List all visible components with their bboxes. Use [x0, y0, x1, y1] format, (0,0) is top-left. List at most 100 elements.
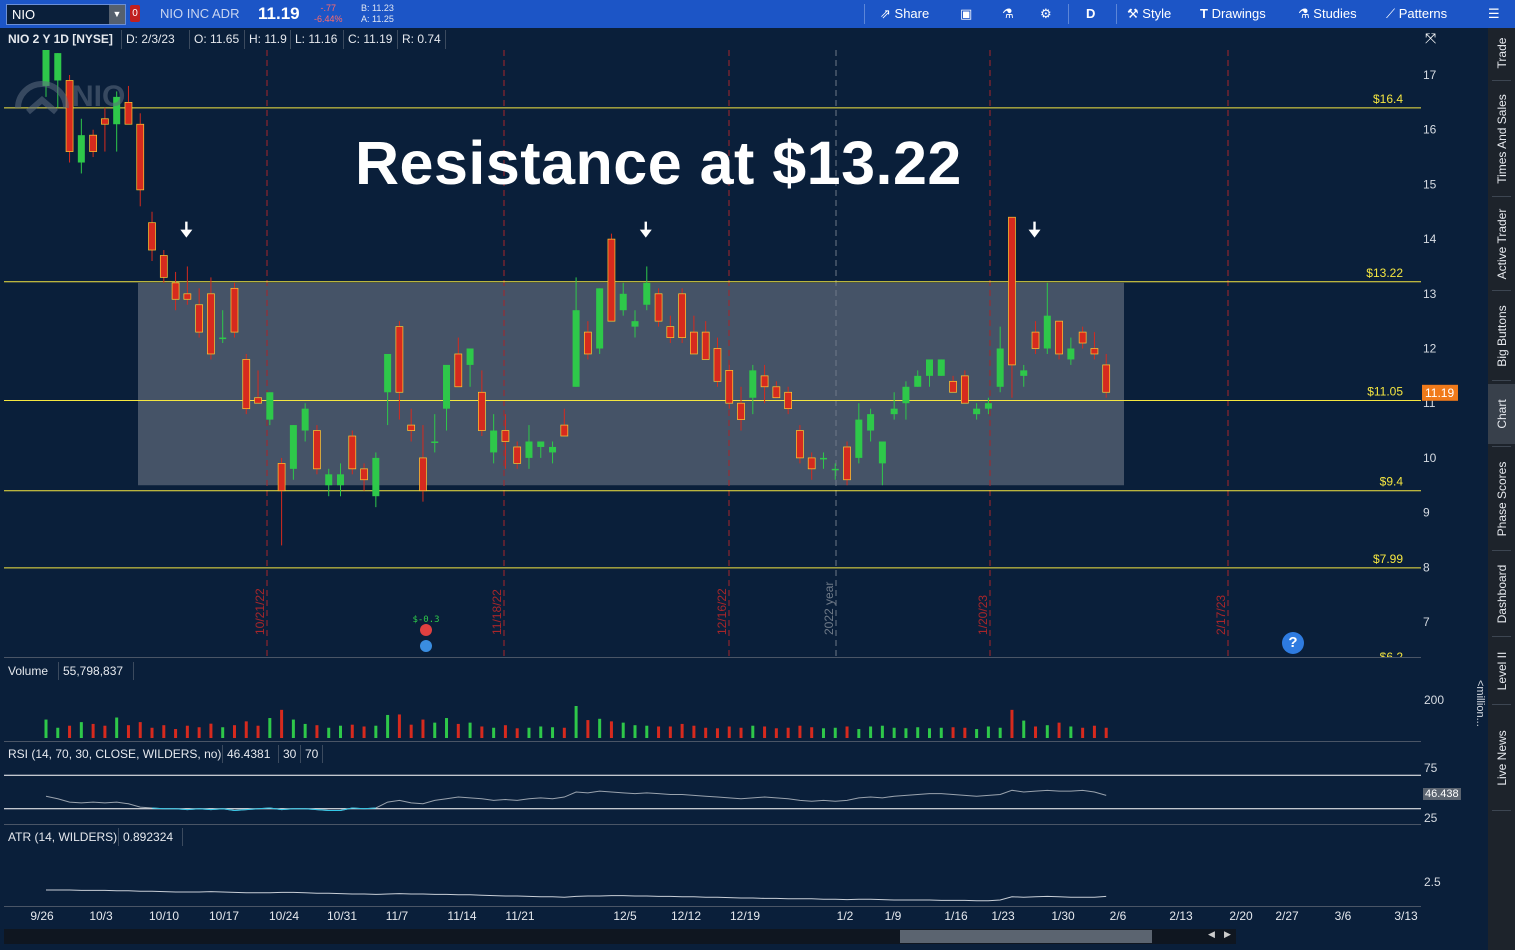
- candle[interactable]: [313, 425, 321, 475]
- candle[interactable]: [596, 288, 604, 354]
- sidebar-tab-big-buttons[interactable]: Big Buttons: [1488, 294, 1515, 378]
- symbol-input[interactable]: [12, 7, 102, 22]
- atr-label[interactable]: ATR (14, WILDERS): [4, 828, 119, 846]
- time-axis-tick: 2/13: [1169, 909, 1193, 923]
- candle[interactable]: [654, 288, 663, 327]
- scroll-left-icon[interactable]: ◀: [1208, 929, 1215, 940]
- sidebar-tab-trade[interactable]: Trade: [1488, 28, 1515, 78]
- chevron-down-icon[interactable]: ▼: [109, 5, 125, 24]
- candle[interactable]: [89, 129, 97, 158]
- candle-body: [1043, 315, 1051, 349]
- scroll-right-icon[interactable]: ▶: [1224, 929, 1231, 940]
- candle[interactable]: [159, 250, 168, 283]
- candle[interactable]: [643, 266, 651, 311]
- sidebar-tab-label: Chart: [1494, 399, 1509, 429]
- sidebar-tab-phase-scores[interactable]: Phase Scores: [1488, 450, 1515, 548]
- candle[interactable]: [1055, 320, 1063, 360]
- sidebar-tab-label: Big Buttons: [1494, 305, 1509, 367]
- style-button[interactable]: ⚒ Style: [1127, 6, 1171, 22]
- candle-body: [796, 430, 804, 459]
- candle[interactable]: [148, 211, 156, 261]
- volume-label[interactable]: Volume: [4, 662, 59, 680]
- drawings-button[interactable]: T Drawings: [1200, 6, 1266, 21]
- rsi-label[interactable]: RSI (14, 70, 30, CLOSE, WILDERS, no): [4, 745, 223, 763]
- candle[interactable]: [77, 118, 85, 174]
- candle-body: [666, 326, 675, 338]
- sidebar-tab-live-news[interactable]: Live News: [1488, 708, 1515, 808]
- chart-title[interactable]: NIO 2 Y 1D [NYSE]: [4, 30, 122, 49]
- candle[interactable]: [136, 113, 145, 207]
- help-icon[interactable]: ?: [1282, 632, 1304, 654]
- volume-bar: [939, 727, 943, 738]
- volume-value: 55,798,837: [59, 662, 134, 680]
- sidebar-tab-times-and-sales[interactable]: Times And Sales: [1488, 84, 1515, 194]
- symbol-flag-badge[interactable]: 0: [130, 5, 140, 22]
- net-change: -.77 -6.44%: [314, 3, 343, 25]
- candle-body: [1020, 370, 1028, 376]
- sidebar-tab-dashboard[interactable]: Dashboard: [1488, 554, 1515, 634]
- time-axis-tick: 10/24: [268, 909, 300, 923]
- time-axis-tick: 10/10: [148, 909, 180, 923]
- aggregation-button[interactable]: D: [1086, 6, 1095, 21]
- net-change-value: -.77: [320, 3, 337, 13]
- volume-bar: [209, 723, 213, 738]
- candle[interactable]: [230, 282, 239, 338]
- scrollbar-thumb[interactable]: [900, 930, 1152, 943]
- candle[interactable]: [277, 457, 286, 546]
- crosshair-toggle-icon[interactable]: ⤧: [1425, 30, 1436, 47]
- volume-bar: [986, 726, 990, 738]
- share-button[interactable]: ⇗ Share: [880, 6, 929, 22]
- sidebar-tab-level-ii[interactable]: Level II: [1488, 640, 1515, 702]
- header-high: H: 11.9: [245, 30, 291, 49]
- price-axis-tick: 16: [1423, 123, 1437, 137]
- gear-icon[interactable]: ⚙: [1040, 6, 1052, 22]
- flask-icon[interactable]: ⚗: [1002, 6, 1014, 22]
- sidebar-tab-active-trader[interactable]: Active Trader: [1488, 200, 1515, 288]
- sidebar-tab-chart[interactable]: Chart: [1488, 384, 1515, 444]
- candle-body: [254, 397, 262, 404]
- volume-bar: [657, 726, 661, 738]
- volume-bar: [1092, 725, 1096, 738]
- candle-body: [831, 468, 839, 471]
- time-axis-tick: 1/16: [944, 909, 968, 923]
- candle-body: [490, 430, 498, 453]
- candle[interactable]: [843, 441, 851, 486]
- symbol-selector[interactable]: ▼: [6, 4, 126, 25]
- studies-button[interactable]: ⚗ Studies: [1298, 6, 1357, 22]
- volume-bar: [998, 727, 1002, 738]
- candle[interactable]: [372, 452, 380, 508]
- screenshot-icon[interactable]: ▣: [960, 6, 972, 22]
- atr-chart[interactable]: [0, 846, 1421, 906]
- volume-bar: [527, 727, 531, 738]
- rsi-overbought: 70: [301, 745, 323, 763]
- candle-body: [466, 348, 474, 365]
- patterns-label: Patterns: [1398, 6, 1448, 21]
- dividend-icon[interactable]: [420, 640, 432, 652]
- time-axis-tick: 1/30: [1051, 909, 1075, 923]
- time-axis-tick: 10/31: [326, 909, 358, 923]
- sidebar-divider: [1492, 290, 1511, 291]
- candle[interactable]: [348, 430, 357, 475]
- candle[interactable]: [678, 288, 686, 344]
- candle-body: [690, 331, 698, 355]
- time-axis[interactable]: 9/26 10/3 10/10 10/17 10/24 10/31 11/7 11/14 11/…: [0, 907, 1421, 927]
- volume-chart[interactable]: [0, 680, 1421, 740]
- down-arrow-icon: [639, 221, 652, 238]
- patterns-button[interactable]: ⟋ Patterns: [1386, 6, 1447, 22]
- header-range: R: 0.74: [398, 30, 446, 49]
- volume-bar: [763, 726, 767, 738]
- rsi-chart[interactable]: [0, 763, 1421, 823]
- time-axis-tick: 12/12: [670, 909, 702, 923]
- volume-bar: [244, 721, 248, 738]
- candle-body: [949, 380, 957, 393]
- candle[interactable]: [725, 364, 734, 409]
- menu-icon[interactable]: ☰: [1488, 6, 1500, 22]
- volume-bar: [374, 725, 378, 738]
- price-level-label: $9.4: [1380, 475, 1404, 489]
- candle[interactable]: [242, 353, 251, 415]
- candle[interactable]: [937, 359, 945, 376]
- candle-body: [77, 135, 85, 163]
- earnings-icon[interactable]: [420, 624, 432, 636]
- candle[interactable]: [607, 233, 616, 322]
- candle[interactable]: [796, 425, 804, 464]
